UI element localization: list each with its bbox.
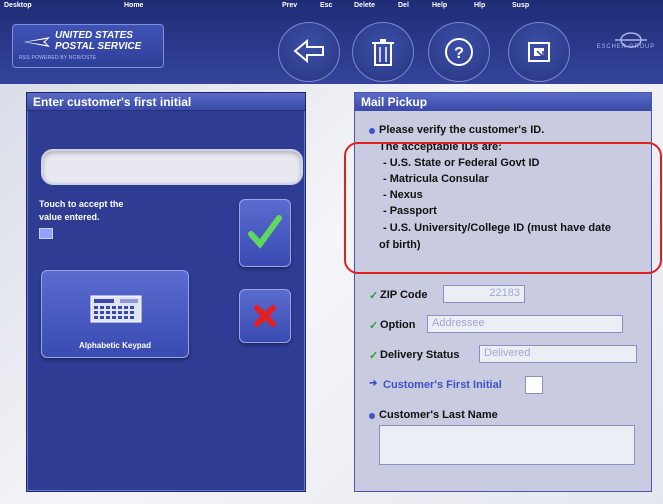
option-field: Addressee — [427, 315, 623, 333]
verify-id-text: Please verify the customer's ID. — [379, 124, 545, 136]
zip-field: 22183 — [443, 285, 525, 303]
hlp-label: Hlp — [474, 2, 486, 9]
x-icon — [254, 305, 276, 327]
first-initial-field[interactable] — [525, 376, 543, 394]
entry-panel: Enter customer's first initial Touch to … — [26, 92, 306, 492]
prev-button[interactable] — [278, 22, 340, 82]
hint-line2: value entered. — [39, 212, 100, 222]
option-label: Option — [380, 319, 416, 331]
delete-label: Delete — [354, 2, 376, 9]
first-initial-input[interactable] — [41, 149, 303, 185]
last-name-field[interactable] — [379, 425, 635, 465]
first-initial-label: Customer's First Initial — [383, 379, 502, 391]
suspend-icon — [528, 42, 550, 62]
susp-label: Susp — [512, 2, 530, 9]
help-icon: ? — [445, 38, 473, 66]
suspend-button[interactable] — [508, 22, 570, 82]
delivery-status-label: Delivery Status — [380, 349, 460, 361]
delivery-check-icon: ✓ — [369, 350, 379, 362]
top-toolbar: Desktop Home UNITED STATES POSTAL SERVIC… — [0, 0, 663, 84]
bullet-icon — [369, 413, 375, 419]
help-label: Help — [432, 2, 448, 9]
option-check-icon: ✓ — [369, 320, 379, 332]
help-button[interactable]: ? — [428, 22, 490, 82]
trash-icon — [372, 39, 394, 66]
logo-line3: RSS POWERED BY NCR/OSTE — [19, 55, 97, 61]
logo-line2: POSTAL SERVICE — [55, 41, 142, 52]
eagle-icon — [24, 37, 50, 47]
keypad-label: Alphabetic Keypad — [78, 341, 151, 350]
bullet-icon — [369, 128, 375, 134]
escher-brand-text: ESCHER GROUP — [596, 44, 655, 50]
delivery-status-field: Delivered — [479, 345, 637, 363]
home-label[interactable]: Home — [124, 2, 143, 9]
logo-line1: UNITED STATES — [55, 30, 133, 41]
checkmark-icon — [248, 215, 282, 249]
arrow-right-icon: ➜ — [369, 378, 378, 389]
enter-key-icon — [39, 228, 53, 239]
highlight-annotation — [344, 142, 662, 274]
alphabetic-keypad-button[interactable]: Alphabetic Keypad — [41, 270, 189, 358]
usps-logo: UNITED STATES POSTAL SERVICE RSS POWERED… — [12, 24, 164, 68]
arrow-left-icon — [293, 38, 324, 64]
last-name-label: Customer's Last Name — [379, 409, 498, 421]
accept-button[interactable] — [239, 199, 291, 267]
entry-panel-title: Enter customer's first initial — [27, 93, 305, 111]
prev-label: Prev — [282, 2, 298, 9]
hint-line1: Touch to accept the — [39, 199, 124, 209]
esc-label: Esc — [320, 2, 333, 9]
keyboard-icon — [90, 295, 142, 323]
mail-pickup-title: Mail Pickup — [355, 93, 651, 111]
delete-button[interactable] — [352, 22, 414, 82]
del-label: Del — [398, 2, 409, 9]
desktop-label[interactable]: Desktop — [4, 2, 32, 9]
cancel-button[interactable] — [239, 289, 291, 343]
zip-check-icon: ✓ — [369, 290, 379, 302]
svg-text:?: ? — [454, 45, 464, 62]
zip-label: ZIP Code — [380, 289, 428, 301]
